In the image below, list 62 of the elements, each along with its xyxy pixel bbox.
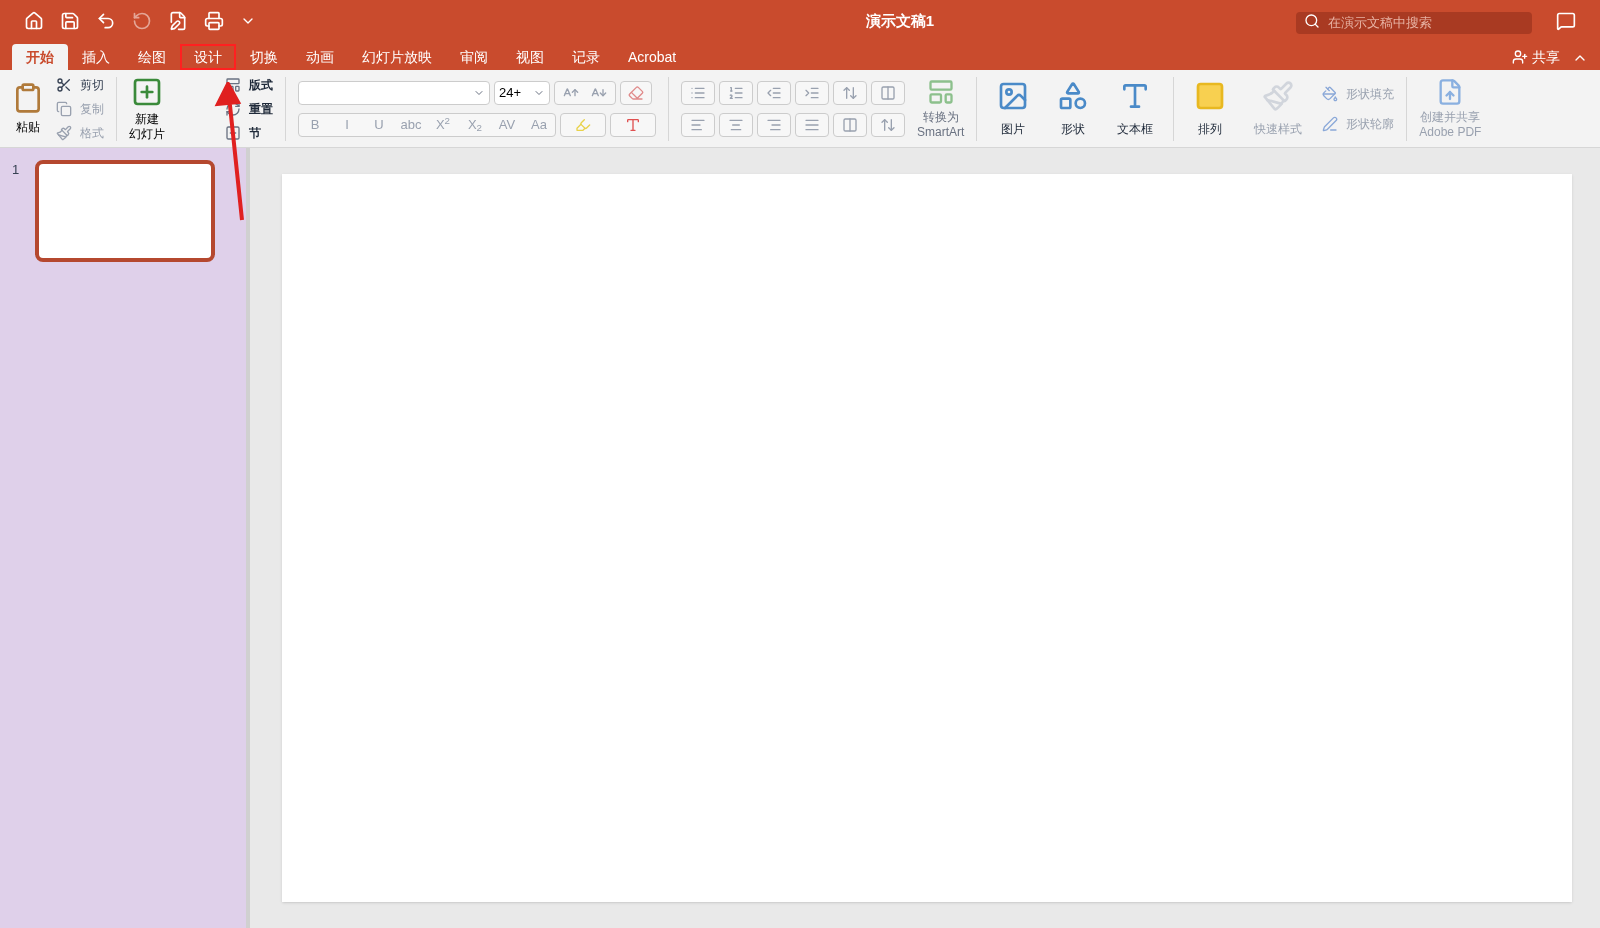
ribbon-tab[interactable]: 审阅: [446, 44, 502, 70]
format-button[interactable]: B: [299, 113, 331, 136]
ribbon-tab[interactable]: 插入: [68, 44, 124, 70]
smartart-icon[interactable]: [926, 77, 955, 106]
ribbon-tab[interactable]: 切换: [236, 44, 292, 70]
smartart-button[interactable]: 转换为 SmartArt: [917, 109, 965, 140]
ribbon-tab[interactable]: 设计: [180, 44, 236, 70]
format-button[interactable]: Aa: [523, 113, 555, 136]
format-button[interactable]: abc: [395, 113, 427, 136]
insert-button[interactable]: 图片: [1001, 119, 1026, 138]
ribbon-tab[interactable]: 绘图: [124, 44, 180, 70]
format-button[interactable]: X$^{2}$: [427, 113, 459, 136]
ribbon-tab[interactable]: 幻灯片放映: [348, 44, 446, 70]
scissors-icon: [56, 76, 72, 93]
paste-button[interactable]: 粘贴: [16, 117, 40, 136]
copy-icon: [56, 100, 72, 117]
font-size-field[interactable]: 24+: [494, 80, 550, 105]
save-icon[interactable]: [60, 11, 80, 31]
slide-thumbnail[interactable]: [35, 160, 216, 262]
slide-option-button[interactable]: 版式: [249, 75, 273, 94]
format-button[interactable]: X$_{2}$: [459, 113, 491, 136]
arrange-button[interactable]: 排列: [1198, 119, 1223, 138]
insert-button[interactable]: 形状: [1061, 119, 1086, 138]
slide-option-button[interactable]: 重置: [249, 99, 273, 118]
new-slide-button[interactable]: 新建 幻灯片: [129, 111, 165, 142]
layout-icon: [225, 76, 241, 93]
window-title: 演示文稿1: [864, 10, 936, 31]
paint-bucket-icon: [1322, 85, 1339, 102]
pen-icon: [1322, 115, 1339, 132]
numbered-list-icon[interactable]: [728, 84, 744, 101]
edit-icon[interactable]: [168, 11, 188, 31]
add-person-icon: [1512, 49, 1528, 65]
paintbrush-icon: [56, 124, 72, 141]
share-button[interactable]: 共享: [1532, 44, 1560, 70]
format-button[interactable]: I: [331, 113, 363, 136]
ribbon-tab[interactable]: 记录: [558, 44, 614, 70]
ribbon-tab[interactable]: 开始: [12, 44, 68, 70]
adobe-pdf-button[interactable]: 创建并共享 Adobe PDF: [1419, 109, 1482, 140]
eraser-icon[interactable]: [628, 84, 644, 101]
font-name-field[interactable]: [298, 80, 490, 105]
font-color-icon[interactable]: [625, 116, 641, 133]
text-direction-icon[interactable]: [880, 116, 896, 133]
slide-number: 1: [12, 161, 20, 179]
distribute-icon[interactable]: [842, 116, 858, 133]
ribbon-tab[interactable]: 动画: [292, 44, 348, 70]
slide-option-button[interactable]: 节: [249, 123, 261, 142]
highlighter-icon[interactable]: [575, 116, 591, 133]
search-field[interactable]: 在演示文稿中搜索: [1296, 11, 1532, 34]
format-button[interactable]: U: [363, 113, 395, 136]
ribbon-tab[interactable]: 视图: [502, 44, 558, 70]
comments-icon[interactable]: [1556, 11, 1576, 31]
undo-icon[interactable]: [96, 11, 116, 31]
print-icon[interactable]: [204, 11, 224, 31]
home-icon[interactable]: [24, 11, 44, 31]
search-icon: [1304, 13, 1320, 29]
line-spacing-icon[interactable]: [842, 84, 858, 101]
paintbrush-icon[interactable]: [1262, 79, 1295, 112]
columns-icon[interactable]: [880, 84, 896, 101]
clipboard-button[interactable]: 剪切: [80, 75, 104, 94]
insert-button[interactable]: 文本框: [1117, 119, 1154, 138]
ribbon-tab[interactable]: Acrobat: [614, 44, 691, 70]
format-button[interactable]: AV: [491, 113, 523, 136]
